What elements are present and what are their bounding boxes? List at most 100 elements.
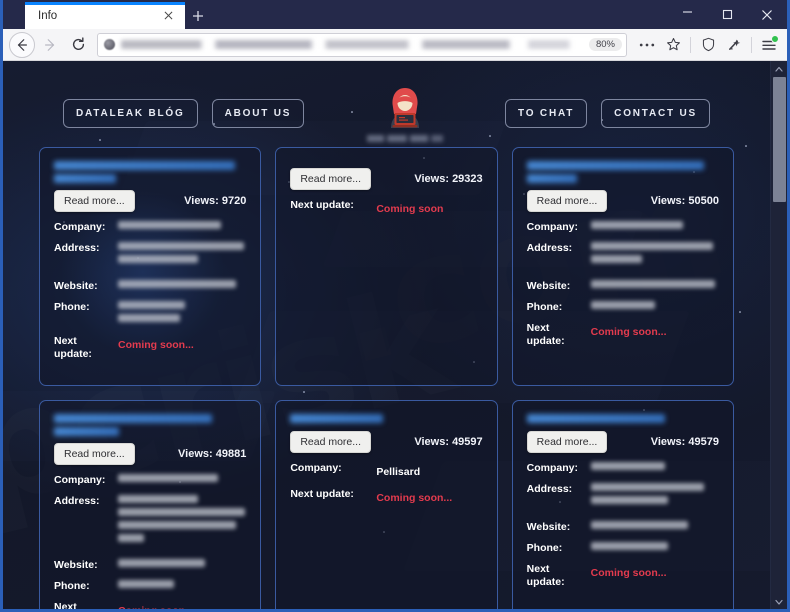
- card-title-redacted: [54, 414, 246, 440]
- site-nav-left: DATALEAK BLÓG ABOUT US: [63, 98, 305, 128]
- field-label: Company:: [54, 474, 106, 486]
- url-bar[interactable]: 80%: [97, 32, 627, 57]
- coming-soon-text: Coming soon...: [590, 567, 667, 579]
- field-value-redacted: [590, 221, 719, 234]
- next-update-line-1: Next: [54, 601, 77, 610]
- site-favicon: [104, 39, 115, 50]
- title-bar: Info: [3, 0, 787, 29]
- field-website: Website:: [527, 521, 719, 534]
- ellipsis-icon[interactable]: [635, 32, 659, 58]
- card-title-redacted: [526, 414, 719, 428]
- reload-icon[interactable]: [65, 32, 91, 58]
- field-website: Website:: [54, 280, 246, 293]
- views-count: Views: 49881: [178, 448, 247, 460]
- read-more-button[interactable]: Read more...: [526, 190, 608, 212]
- field-company: Company: Pellisard: [290, 462, 482, 480]
- field-label: Company:: [526, 462, 578, 474]
- field-label: Company:: [526, 221, 578, 233]
- site-nav-right: TO CHAT CONTACT US: [505, 98, 710, 128]
- read-more-button[interactable]: Read more...: [290, 168, 372, 190]
- field-value: Coming soon...: [118, 601, 246, 609]
- card-title-empty: [290, 161, 482, 165]
- leak-card[interactable]: Read more... Views: 50500 Company: Addre…: [511, 147, 734, 386]
- nav-about-us[interactable]: ABOUT US: [211, 98, 305, 128]
- field-value-redacted: [590, 521, 719, 534]
- card-top-row: Read more... Views: 50500: [526, 190, 719, 212]
- field-website: Website:: [527, 280, 719, 293]
- page-viewport: pcrisk .com DATALEAK BLÓG ABOUT US: [3, 61, 788, 610]
- field-label: Website:: [54, 559, 98, 571]
- field-label: Address:: [54, 495, 100, 507]
- next-update-line-2: update:: [526, 576, 565, 588]
- field-phone: Phone:: [54, 301, 246, 327]
- shield-icon[interactable]: [696, 32, 720, 58]
- read-more-button[interactable]: Read more...: [54, 443, 135, 465]
- read-more-button[interactable]: Read more...: [526, 431, 608, 453]
- close-window-button[interactable]: [747, 0, 787, 29]
- card-title-redacted: [290, 414, 482, 428]
- page-scrollbar[interactable]: [770, 61, 788, 609]
- page-content: DATALEAK BLÓG ABOUT US TO CHAT CONTACT U…: [3, 61, 770, 610]
- field-phone: Phone:: [527, 301, 719, 314]
- scrollbar-track[interactable]: [771, 77, 788, 594]
- window-controls: [667, 0, 787, 29]
- scroll-down-arrow-icon[interactable]: [771, 594, 788, 609]
- field-next-update: Next update: Coming soon...: [527, 322, 719, 348]
- views-count: Views: 49597: [414, 436, 483, 448]
- field-company: Company:: [527, 221, 719, 234]
- read-more-button[interactable]: Read more...: [54, 190, 135, 212]
- field-next-update: Next update: Coming soon...: [527, 563, 719, 589]
- read-more-button[interactable]: Read more...: [290, 431, 372, 453]
- minimize-button[interactable]: [667, 0, 707, 29]
- field-label: Phone:: [526, 301, 563, 313]
- field-label: Phone:: [54, 580, 90, 592]
- views-count: Views: 50500: [650, 195, 719, 207]
- hacker-mascot-logo[interactable]: [366, 84, 443, 142]
- company-name: Pellisard: [376, 466, 421, 478]
- coming-soon-text: Coming soon: [376, 203, 444, 215]
- field-label: Website:: [54, 280, 98, 292]
- field-value-redacted: [590, 280, 719, 293]
- coming-soon-text: Coming soon...: [376, 492, 453, 504]
- leak-card[interactable]: Read more... Views: 49881 Company: Addre…: [39, 400, 262, 610]
- field-company: Company:: [54, 221, 246, 234]
- field-phone: Phone:: [54, 580, 246, 593]
- leak-card[interactable]: Read more... Views: 49597 Company: Pelli…: [275, 400, 498, 609]
- field-value-redacted: [590, 462, 719, 475]
- card-top-row: Read more... Views: 9720: [54, 190, 246, 212]
- tab-strip: Info: [3, 0, 211, 29]
- field-company: Company:: [54, 474, 246, 487]
- magic-wand-icon[interactable]: [722, 32, 746, 58]
- field-value-redacted: [118, 242, 246, 268]
- leak-card[interactable]: Read more... Views: 9720 Company: Addres…: [39, 147, 262, 386]
- scrollbar-thumb[interactable]: [772, 77, 786, 202]
- coming-soon-text: Coming soon...: [118, 339, 194, 351]
- star-icon[interactable]: [661, 32, 685, 58]
- leak-card[interactable]: Read more... Views: 49579 Company: Addre…: [511, 400, 734, 609]
- card-top-row: Read more... Views: 49579: [526, 431, 719, 453]
- forward-arrow-icon: [37, 32, 63, 58]
- url-text-redacted: [121, 40, 581, 49]
- field-value-redacted: [118, 495, 246, 547]
- nav-dataleak-blog[interactable]: DATALEAK BLÓG: [63, 98, 198, 128]
- field-value-redacted: [118, 280, 246, 293]
- maximize-button[interactable]: [707, 0, 747, 29]
- field-value-redacted: [118, 221, 246, 234]
- tab-info[interactable]: Info: [25, 2, 185, 29]
- back-arrow-icon[interactable]: [9, 31, 35, 58]
- scroll-up-arrow-icon[interactable]: [771, 61, 788, 77]
- browser-window: Info 80% DATALEAK BLÓG ABOUT US TO CHAT …: [0, 0, 790, 612]
- zoom-level-indicator[interactable]: 80%: [588, 38, 622, 51]
- field-label: Company:: [54, 221, 106, 233]
- field-value-redacted: [590, 542, 719, 555]
- close-icon[interactable]: [160, 7, 177, 24]
- hamburger-menu-icon[interactable]: [757, 32, 781, 58]
- next-update-line-1: Next: [54, 335, 77, 347]
- new-tab-button[interactable]: [185, 2, 211, 29]
- nav-contact-us[interactable]: CONTACT US: [601, 98, 710, 128]
- field-label: Phone:: [54, 301, 90, 313]
- nav-to-chat[interactable]: TO CHAT: [505, 98, 588, 128]
- toolbar-divider-2: [751, 36, 752, 53]
- leak-card[interactable]: Read more... Views: 29323 Next update: C…: [275, 147, 498, 386]
- toolbar-divider: [690, 36, 691, 53]
